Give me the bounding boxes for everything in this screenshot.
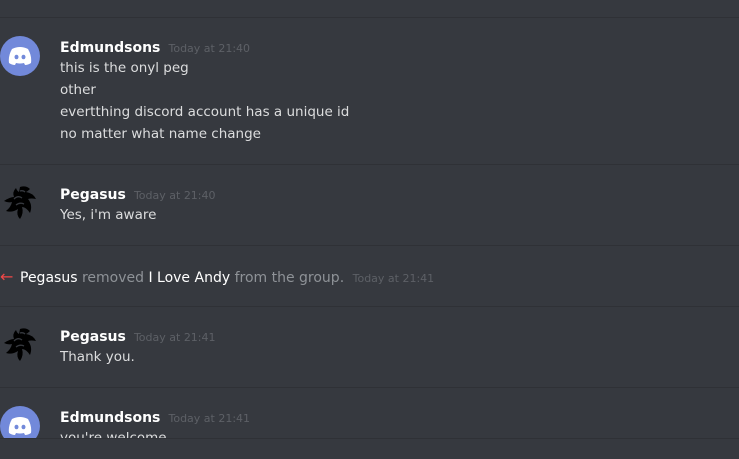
timestamp: Today at 21:41	[168, 412, 251, 425]
message-text: Thank you.	[60, 349, 135, 365]
username[interactable]: Pegasus	[60, 329, 126, 345]
message-text: you're welcome	[60, 430, 167, 438]
left-arrow-icon: ←	[0, 267, 14, 286]
message-header: Edmundsons Today at 21:40	[60, 37, 250, 56]
message-divider	[0, 306, 739, 307]
timestamp: Today at 21:40	[168, 42, 251, 55]
timestamp: Today at 21:41	[352, 272, 435, 285]
system-suffix: from the group.	[234, 270, 345, 286]
message-text: evertthing discord account has a unique …	[60, 104, 350, 120]
message-divider	[0, 387, 739, 388]
username[interactable]: Pegasus	[60, 187, 126, 203]
chat-input-area	[0, 438, 739, 459]
pegasus-avatar-icon[interactable]	[0, 325, 40, 365]
username[interactable]: Edmundsons	[60, 410, 160, 426]
message-divider	[0, 164, 739, 165]
message-header: Edmundsons Today at 21:41	[60, 407, 250, 426]
system-message: ← Pegasus removed I Love Andy from the gr…	[0, 267, 434, 286]
timestamp: Today at 21:40	[133, 189, 216, 202]
system-action: removed	[81, 270, 144, 286]
message-text: other	[60, 82, 96, 98]
message-divider	[0, 17, 739, 18]
message-text: no matter what name change	[60, 126, 261, 142]
pegasus-avatar-icon[interactable]	[0, 183, 40, 223]
discord-logo-icon[interactable]	[0, 36, 40, 76]
message-text: this is the onyl peg	[60, 60, 189, 76]
username[interactable]: Edmundsons	[60, 40, 160, 56]
system-target[interactable]: I Love Andy	[148, 270, 230, 286]
discord-logo-icon[interactable]	[0, 406, 40, 438]
message-header: Pegasus Today at 21:41	[60, 326, 216, 345]
message-text: Yes, i'm aware	[60, 207, 157, 223]
message-list: Edmundsons Today at 21:40 this is the on…	[0, 0, 739, 438]
message-divider	[0, 245, 739, 246]
timestamp: Today at 21:41	[133, 331, 216, 344]
message-header: Pegasus Today at 21:40	[60, 184, 216, 203]
system-actor[interactable]: Pegasus	[20, 270, 77, 286]
